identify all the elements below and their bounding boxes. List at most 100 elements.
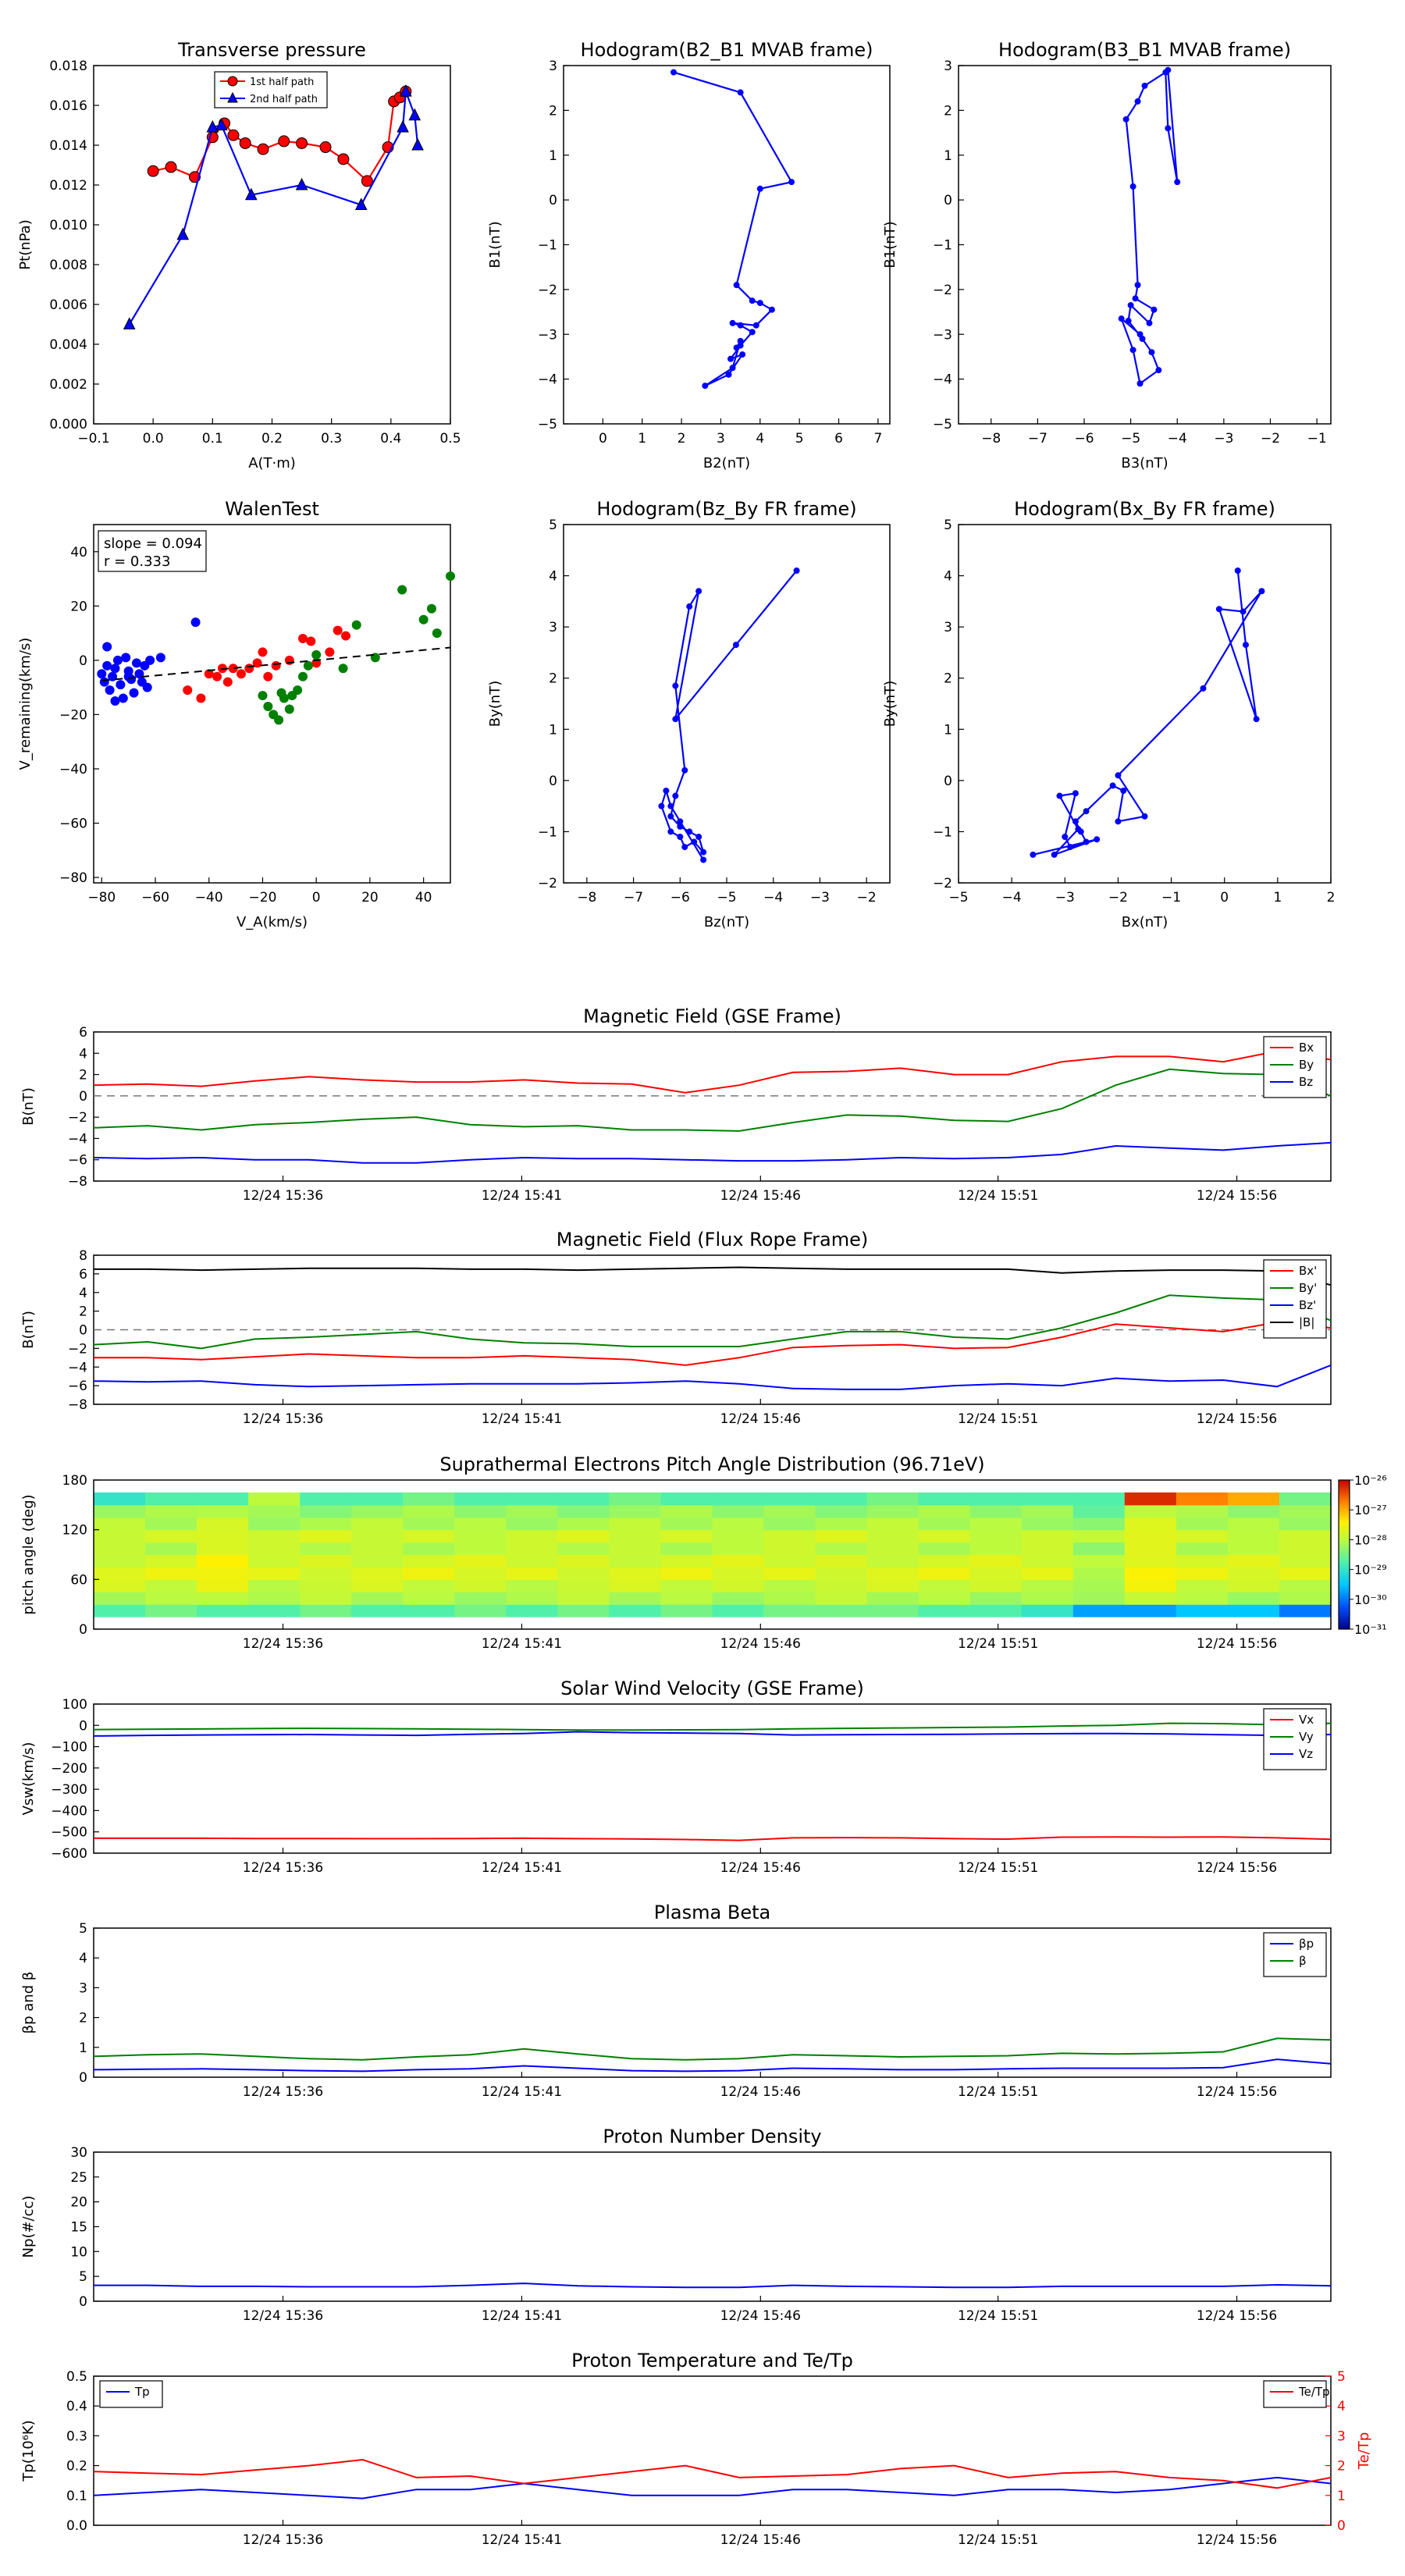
heatmap-cell <box>94 1504 146 1518</box>
heatmap-cell <box>969 1579 1023 1592</box>
data-point <box>296 137 308 149</box>
chart-title: WalenTest <box>225 498 319 520</box>
heatmap-cell <box>918 1579 971 1592</box>
data-point <box>793 568 800 575</box>
y-axis-label: Pt(nPa) <box>17 219 34 269</box>
slope-annotation: slope = 0.094 <box>104 535 202 552</box>
heatmap-cell <box>1227 1579 1280 1592</box>
heatmap-cell <box>197 1529 249 1543</box>
heatmap-cell <box>557 1579 610 1592</box>
y-tick-label: 20 <box>70 2195 87 2211</box>
chart-title: Hodogram(B2_B1 MVAB frame) <box>581 39 873 61</box>
heatmap-cell <box>454 1517 507 1531</box>
heatmap-cell <box>145 1592 197 1605</box>
data-point <box>1215 606 1222 613</box>
series-line <box>93 2458 1332 2489</box>
series-line <box>93 2037 1332 2061</box>
heatmap-cell <box>403 1542 455 1556</box>
heatmap-cell <box>609 1579 661 1592</box>
y-tick-label: 0.4 <box>66 2399 87 2414</box>
y-tick-label: −3 <box>538 327 557 343</box>
heatmap-cell <box>506 1529 558 1543</box>
heatmap-cell <box>145 1567 197 1580</box>
y-tick-label: 3 <box>79 1980 87 1996</box>
series-line <box>94 1836 1332 1841</box>
data-point <box>432 628 442 639</box>
colorbar-tick-label: 10⁻³¹ <box>1354 1622 1387 1637</box>
heatmap-cell <box>660 1504 713 1518</box>
heatmap-cell <box>557 1504 610 1518</box>
legend-label: Bz <box>1299 1075 1313 1089</box>
heatmap-cell <box>1021 1504 1074 1518</box>
x-tick-label: −3 <box>1055 890 1075 906</box>
series-line <box>1119 69 1179 386</box>
heatmap-cell <box>712 1492 765 1506</box>
legend-label: Vy <box>1299 1730 1314 1744</box>
y-tick-label: −300 <box>51 1782 87 1798</box>
data-point <box>677 823 684 830</box>
plot-frame <box>93 1703 1332 1854</box>
heatmap-cell <box>1124 1604 1177 1617</box>
heatmap-cell <box>712 1529 765 1543</box>
heatmap-cell <box>1279 1504 1332 1518</box>
time-tick-label: 12/24 15:46 <box>720 2308 801 2324</box>
heatmap-cell <box>763 1567 816 1580</box>
data-point <box>749 329 756 336</box>
heatmap-cell <box>557 1529 610 1543</box>
y-tick-label: 0.008 <box>49 258 87 273</box>
chart-pad: Suprathermal Electrons Pitch Angle Distr… <box>20 1453 1387 1652</box>
data-point <box>116 680 126 690</box>
data-point <box>263 701 273 711</box>
correlation-annotation: r = 0.333 <box>104 553 170 570</box>
heatmap-cell <box>403 1592 455 1605</box>
heatmap-cell <box>300 1567 352 1580</box>
time-tick-label: 12/24 15:41 <box>482 2084 562 2100</box>
x-tick-label: 0.1 <box>202 431 223 447</box>
data-point <box>337 153 350 165</box>
time-tick-label: 12/24 15:36 <box>243 2532 323 2548</box>
y-tick-label: −4 <box>538 372 557 388</box>
chart-title: Suprathermal Electrons Pitch Angle Distr… <box>439 1453 984 1475</box>
y-tick-label: 0.016 <box>49 98 87 114</box>
x-tick-label: 0 <box>599 431 607 447</box>
colorbar-tick-label: 10⁻²⁷ <box>1354 1503 1387 1517</box>
y-tick-label: −4 <box>68 1131 87 1147</box>
heatmap-cell <box>197 1542 249 1556</box>
y-tick-label: −400 <box>51 1803 87 1819</box>
y-tick-label: −200 <box>51 1761 87 1777</box>
heatmap-cell <box>1021 1579 1074 1592</box>
data-point <box>131 658 141 668</box>
data-point <box>97 669 107 679</box>
y-tick-label: 2 <box>79 1068 87 1083</box>
data-point <box>1129 347 1136 354</box>
heatmap-cell <box>866 1567 919 1580</box>
data-point <box>1094 836 1101 843</box>
time-tick-label: 12/24 15:41 <box>482 1636 562 1652</box>
colorbar-tick-label: 10⁻²⁸ <box>1354 1532 1387 1547</box>
heatmap-cell <box>1176 1554 1229 1567</box>
heatmap-cell <box>815 1554 868 1567</box>
x-tick-label: −5 <box>948 890 968 906</box>
heatmap-cell <box>918 1567 971 1580</box>
data-point <box>1129 183 1136 190</box>
y-tick-label: 0 <box>549 774 557 789</box>
chart-title: Magnetic Field (GSE Frame) <box>583 1005 841 1027</box>
chart-temp: Proton Temperature and Te/Tp 0.0 0.1 0.2 0.3… <box>20 2350 1372 2548</box>
heatmap-cell <box>454 1554 507 1567</box>
data-point <box>727 355 735 362</box>
chart-title: Plasma Beta <box>654 1902 770 1923</box>
data-point <box>1072 790 1079 797</box>
time-tick-label: 12/24 15:46 <box>720 1860 801 1876</box>
heatmap-cell <box>403 1517 455 1531</box>
y-tick-label: 0.3 <box>66 2428 87 2444</box>
x-tick-label: 2 <box>1327 890 1336 906</box>
data-point <box>739 351 746 358</box>
y-tick-label: −60 <box>59 817 87 832</box>
y-tick-label: 6 <box>79 1025 87 1041</box>
y-axis-label: B1(nT) <box>487 221 503 268</box>
chart-hodo4: Hodogram(Bx_By FR frame) −5 −4 −3 −2 −1 0 1 2 −2 −… <box>882 498 1335 930</box>
data-point <box>102 642 112 652</box>
heatmap-cell <box>1021 1567 1074 1580</box>
data-point <box>397 585 407 595</box>
heatmap-cell <box>1072 1567 1126 1580</box>
